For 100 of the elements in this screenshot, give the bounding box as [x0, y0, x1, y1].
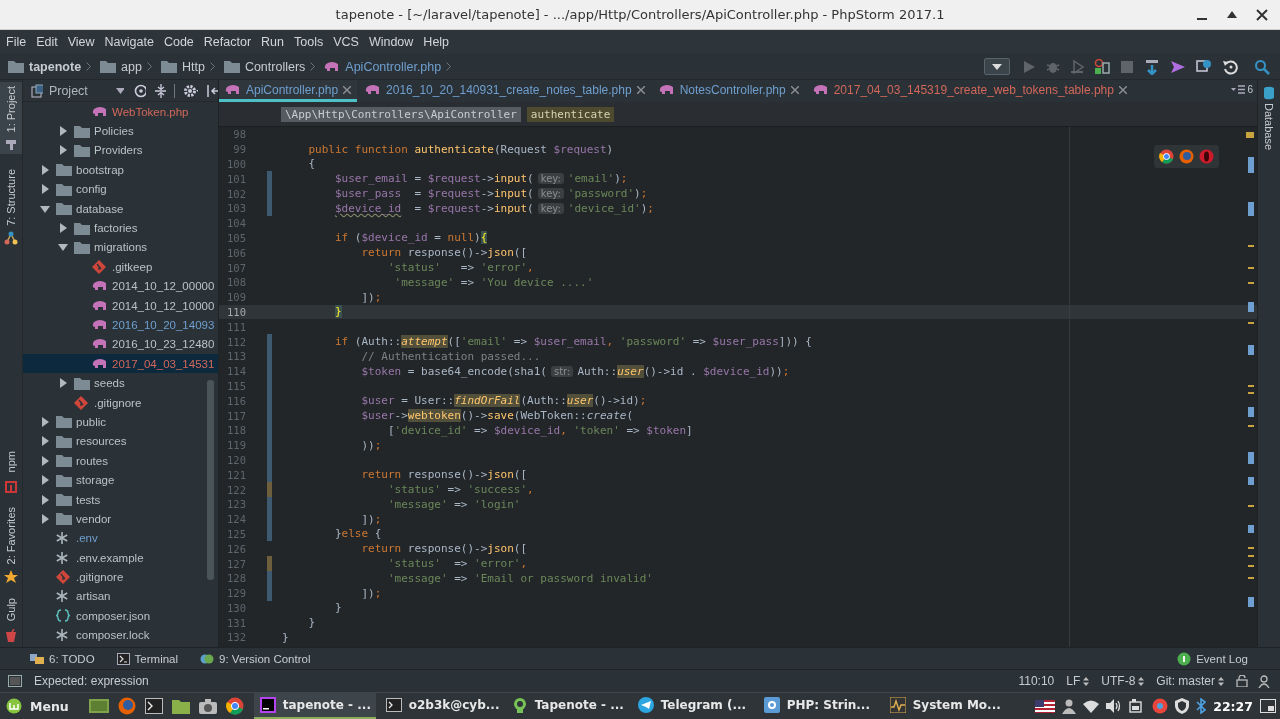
tool-window-tab[interactable]: npm: [0, 446, 22, 478]
line-number: 115: [226, 379, 246, 392]
tab-list-button[interactable]: 6: [1231, 84, 1253, 95]
tree-item[interactable]: artisan: [23, 586, 218, 607]
line-number: 123: [226, 498, 246, 511]
line-separator-selector[interactable]: LF: [1066, 674, 1090, 688]
menu-item[interactable]: View: [63, 31, 99, 53]
taskbar-window-button[interactable]: o2b3k@cyb...: [379, 693, 502, 719]
tree-item[interactable]: database: [23, 198, 218, 219]
tool-window-tab[interactable]: Gulp: [0, 594, 22, 626]
vcs-branch-selector[interactable]: Git: master: [1156, 674, 1224, 688]
taskbar-window-button[interactable]: Telegram (...: [631, 693, 754, 719]
tree-item[interactable]: tests: [23, 489, 218, 510]
breadcrumb[interactable]: \App\Http\Controllers\ApiController: [281, 106, 521, 122]
tree-item[interactable]: vendor: [23, 509, 218, 529]
tree-item[interactable]: 2016_10_20_14093: [23, 315, 218, 335]
breadcrumb[interactable]: authenticate: [526, 106, 615, 122]
window-title: tapenote - [~/laravel/tapenote] - .../app/Http/Controllers/ApiController.php - PhpStorm 2017.1: [335, 7, 945, 22]
menu-item[interactable]: File: [2, 31, 31, 53]
editor-tab[interactable]: ApiController.php: [219, 80, 358, 102]
menu-item[interactable]: Navigate: [100, 31, 158, 53]
tool-window-button[interactable]: Terminal: [116, 652, 179, 665]
caret-position[interactable]: 110:10: [1018, 674, 1055, 688]
code-line: }: [307, 616, 316, 630]
code-line: $device_id = $request->input( key: 'device_id');: [334, 201, 654, 215]
editor-tab[interactable]: 2017_04_03_145319_create_web_tokens_table.php: [806, 80, 1133, 102]
tree-item[interactable]: 2014_10_12_10000: [23, 295, 218, 316]
menu-item[interactable]: VCS: [329, 31, 363, 53]
menu-item[interactable]: Window: [364, 31, 418, 53]
line-number: 131: [226, 616, 246, 629]
tree-item[interactable]: Policies: [23, 121, 218, 141]
line-number: 107: [226, 261, 246, 274]
code-line: }: [334, 601, 342, 615]
code-line: return response()->json([: [360, 246, 528, 260]
menu-item[interactable]: Run: [257, 31, 288, 53]
code-line: $user->webtoken()->save(WebToken::create(: [360, 409, 634, 423]
line-number: 121: [226, 468, 246, 481]
taskbar-window-button[interactable]: PHP: Strin...: [757, 693, 880, 719]
code-line: $user_pass = $request->input( key: 'password');: [334, 187, 648, 201]
menu-item[interactable]: Refactor: [199, 31, 256, 53]
tool-window-tab[interactable]: 2: Favorites: [0, 504, 22, 568]
tree-item[interactable]: 2017_04_03_14531: [23, 354, 218, 374]
taskbar-window-button[interactable]: Tapenote - ...: [505, 693, 628, 719]
tool-window-tab[interactable]: 1: Project: [0, 82, 22, 154]
start-menu-button[interactable]: Menu: [0, 693, 77, 719]
tree-item[interactable]: resources: [23, 431, 218, 452]
code-line: return response()->json([: [360, 542, 528, 556]
tree-item[interactable]: composer.lock: [23, 625, 218, 645]
line-number: 113: [226, 350, 246, 363]
code-line: if ($device_id = null){: [334, 231, 488, 245]
breadcrumb[interactable]: Controllers: [223, 59, 306, 74]
breadcrumb[interactable]: tapenote: [8, 59, 82, 74]
line-number: 111: [226, 320, 246, 333]
tree-item[interactable]: config: [23, 179, 218, 199]
breadcrumb[interactable]: app: [100, 59, 142, 74]
tree-item[interactable]: composer.json: [23, 606, 218, 626]
clock[interactable]: 22:27: [1213, 698, 1253, 714]
tree-item[interactable]: Providers: [23, 140, 218, 161]
line-number: 120: [226, 453, 246, 466]
code-line: 'message' => 'Email or password invalid': [386, 571, 653, 585]
menu-item[interactable]: Edit: [32, 31, 62, 53]
editor-tab[interactable]: NotesController.php: [652, 80, 805, 102]
code-line: if (Auth::attempt(['email' => $user_email, 'password' => $user_pass])) {: [334, 335, 812, 349]
taskbar-window-button[interactable]: System Mo...: [883, 693, 1006, 719]
tree-item[interactable]: public: [23, 412, 218, 432]
tree-item[interactable]: .env.example: [23, 548, 218, 568]
tree-item[interactable]: migrations: [23, 237, 218, 258]
line-number: 110: [226, 305, 246, 318]
menu-item[interactable]: Code: [159, 31, 198, 53]
tree-item[interactable]: .env: [23, 528, 218, 548]
encoding-selector[interactable]: UTF-8: [1101, 674, 1145, 688]
line-number: 98: [232, 128, 246, 141]
tree-item[interactable]: .gitignore: [23, 392, 218, 413]
tree-item[interactable]: storage: [23, 470, 218, 490]
line-number: 117: [226, 409, 246, 422]
tool-window-button[interactable]: 9: Version Control: [200, 652, 311, 665]
line-number: 102: [226, 187, 246, 200]
tree-item[interactable]: .gitkeep: [23, 257, 218, 277]
breadcrumb[interactable]: ApiController.php: [324, 59, 442, 74]
tree-item[interactable]: WebToken.php: [23, 102, 218, 122]
breadcrumb[interactable]: Http: [160, 59, 205, 74]
tree-item[interactable]: routes: [23, 451, 218, 471]
code-line: public function authenticate(Request $request): [307, 142, 614, 156]
menu-item[interactable]: Help: [419, 31, 454, 53]
code-line: ));: [360, 438, 382, 452]
tool-window-tab[interactable]: 7: Structure: [0, 166, 22, 228]
tool-window-tab[interactable]: Database: [1258, 80, 1280, 151]
tool-window-button[interactable]: Event Log: [1177, 651, 1248, 666]
tree-item[interactable]: bootstrap: [23, 160, 218, 180]
tree-item[interactable]: 2016_10_23_12480: [23, 334, 218, 355]
tree-item[interactable]: factories: [23, 218, 218, 238]
code-line: return response()->json([: [360, 468, 528, 482]
editor-tab[interactable]: 2016_10_20_140931_create_notes_table.php: [359, 80, 651, 102]
menu-item[interactable]: Tools: [290, 31, 328, 53]
tree-item[interactable]: 2014_10_12_00000: [23, 276, 218, 296]
tree-item[interactable]: .gitignore: [23, 567, 218, 587]
tree-item[interactable]: seeds: [23, 373, 218, 393]
tool-window-button[interactable]: 6: TODO: [30, 652, 95, 665]
taskbar-window-button[interactable]: tapenote - ...: [253, 693, 376, 719]
line-number: 122: [226, 483, 246, 496]
